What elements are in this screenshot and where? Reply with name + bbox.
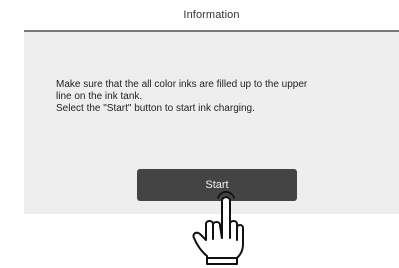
dialog-message: Make sure that the all color inks are fi… — [56, 79, 396, 115]
title-bar: Information — [24, 0, 399, 30]
hand-pointer-icon — [192, 190, 244, 265]
message-line: Make sure that the all color inks are fi… — [56, 79, 308, 90]
page-title: Information — [183, 9, 240, 21]
information-dialog: Make sure that the all color inks are fi… — [24, 30, 399, 214]
message-line: line on the ink tank. — [56, 91, 143, 102]
screen: Information Make sure that the all color… — [0, 0, 399, 268]
message-line: Select the "Start" button to start ink c… — [56, 103, 255, 114]
